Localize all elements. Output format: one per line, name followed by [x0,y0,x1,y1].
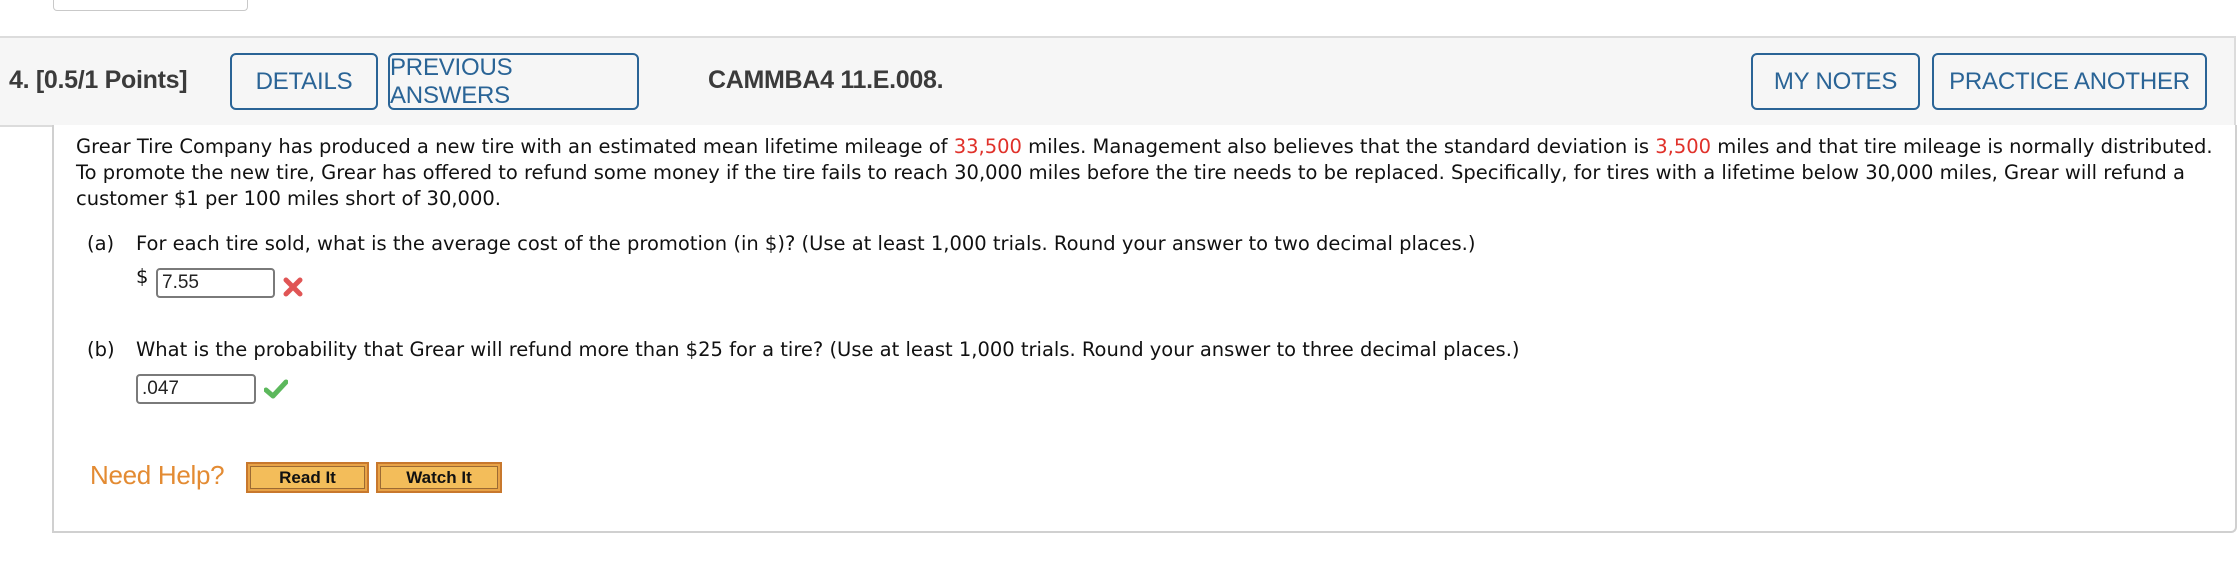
question-header: 4. [0.5/1 Points] DETAILS PREVIOUS ANSWE… [0,36,2236,127]
check-mark-icon [263,379,289,403]
my-notes-button[interactable]: MY NOTES [1751,53,1920,110]
x-mark-icon [283,277,303,301]
sd-value: 3,500 [1655,135,1712,158]
need-help-label: Need Help? [90,460,225,490]
part-a-answer-input[interactable]: 7.55 [156,268,275,298]
problem-statement: Grear Tire Company has produced a new ti… [76,134,2216,212]
previous-panel-edge [53,0,248,11]
part-b-answer-input[interactable]: .047 [136,374,256,404]
part-b-question: What is the probability that Grear will … [136,338,1520,361]
question-body: Grear Tire Company has produced a new ti… [52,125,2237,533]
watch-it-button[interactable]: Watch It [376,462,502,493]
stem-text-1: Grear Tire Company has produced a new ti… [76,135,954,158]
part-a-question: For each tire sold, what is the average … [136,232,1476,255]
practice-another-button[interactable]: PRACTICE ANOTHER [1932,53,2207,110]
question-code: CAMMBA4 11.E.008. [708,66,944,94]
read-it-button[interactable]: Read It [246,462,369,493]
details-button[interactable]: DETAILS [230,53,378,110]
dollar-sign: $ [136,265,149,288]
part-a-label: (a) [87,232,115,255]
question-number-points: 4. [0.5/1 Points] [9,66,188,94]
previous-answers-button[interactable]: PREVIOUS ANSWERS [388,53,639,110]
stem-text-2: miles. Management also believes that the… [1021,135,1656,158]
part-b-label: (b) [87,338,115,361]
mean-value: 33,500 [953,135,1022,158]
